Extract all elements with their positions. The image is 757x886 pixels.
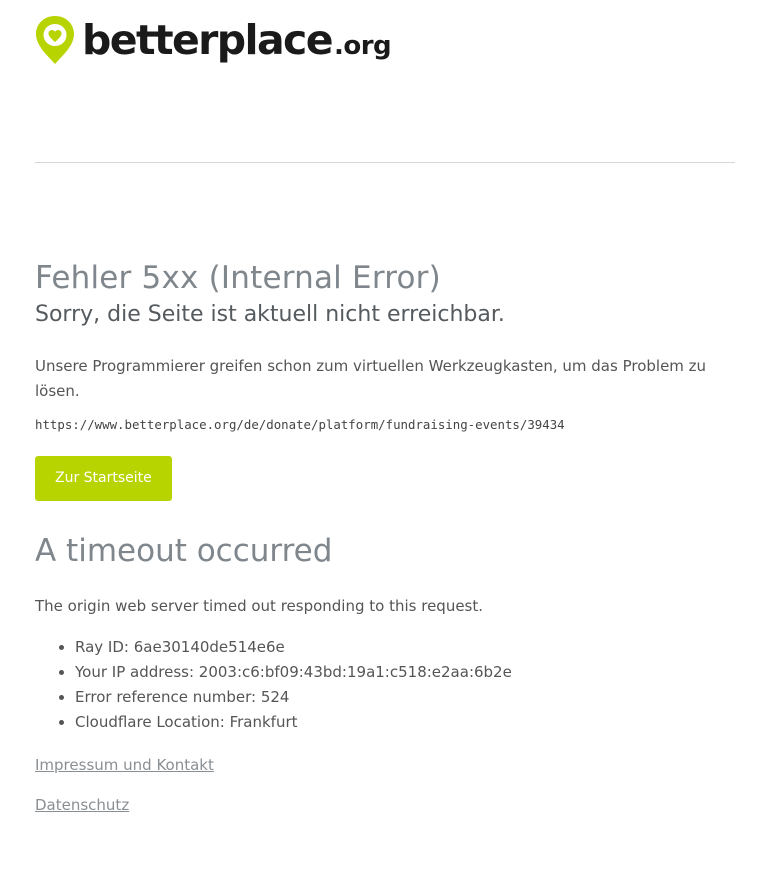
home-button[interactable]: Zur Startseite	[35, 456, 172, 501]
timeout-description: The origin web server timed out respondi…	[35, 597, 484, 615]
error-reference-item: Error reference number: 524	[75, 685, 735, 710]
ip-address-item: Your IP address: 2003:c6:bf09:43bd:19a1:…	[75, 660, 735, 685]
heart-location-pin-icon[interactable]	[34, 14, 76, 66]
error-title: Fehler 5xx (Internal Error)	[35, 260, 441, 296]
brand-logo[interactable]: betterplace .org	[82, 15, 392, 64]
header-divider	[35, 162, 735, 163]
brand-name: betterplace	[82, 15, 334, 64]
error-description: Unsere Programmierer greifen schon zum v…	[35, 357, 707, 400]
error-details-list: Ray ID: 6ae30140de514e6e Your IP address…	[35, 635, 735, 735]
brand-tld: .org	[333, 30, 392, 61]
datenschutz-link[interactable]: Datenschutz	[35, 794, 735, 816]
cloudflare-location-item: Cloudflare Location: Frankfurt	[75, 710, 735, 735]
site-header: betterplace .org	[34, 14, 392, 66]
error-subtitle: Sorry, die Seite ist aktuell nicht errei…	[35, 302, 505, 327]
main-content: Fehler 5xx (Internal Error) Sorry, die S…	[35, 258, 735, 816]
ray-id-item: Ray ID: 6ae30140de514e6e	[75, 635, 735, 660]
impressum-link[interactable]: Impressum und Kontakt	[35, 754, 735, 776]
timeout-title: A timeout occurred	[35, 533, 333, 569]
requested-url: https://www.betterplace.org/de/donate/pl…	[35, 417, 565, 432]
